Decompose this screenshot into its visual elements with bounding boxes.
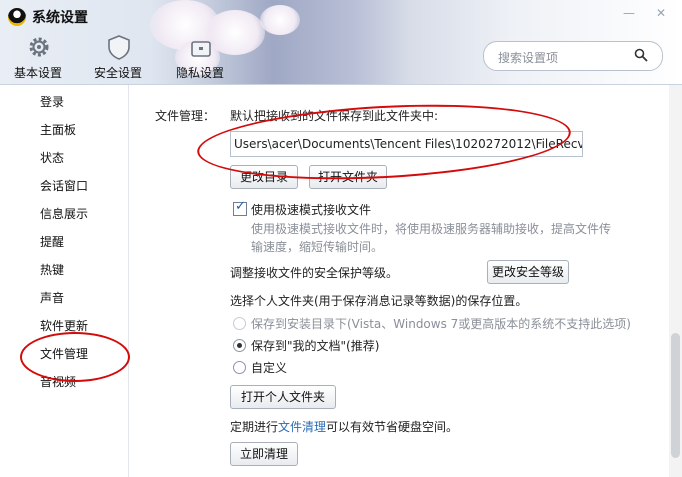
header-banner: 系统设置 — ✕ 基本设置 安全设置 隐私设置 搜索设置项 <box>0 0 682 85</box>
cleanup-text: 定期进行文件清理可以有效节省硬盘空间。 <box>230 418 458 435</box>
sidebar-item-label: 主面板 <box>40 123 77 137</box>
search-box[interactable]: 搜索设置项 <box>483 41 663 71</box>
personal-folder-label: 选择个人文件夹(用于保存消息记录等数据)的保存位置。 <box>230 294 528 308</box>
annotation-ellipse-file-management <box>20 332 130 382</box>
sidebar-item-main-panel[interactable]: 主面板 <box>0 116 128 142</box>
option-label: 保存到"我的文档"(推荐) <box>251 339 380 353</box>
security-level-label: 调整接收文件的安全保护等级。 <box>230 266 399 280</box>
section-label: 文件管理： <box>155 109 216 123</box>
close-button[interactable]: ✕ <box>650 6 672 20</box>
fast-mode-description: 输速度，缩短传输时间。 <box>251 240 384 254</box>
sidebar-item-reminders[interactable]: 提醒 <box>0 228 128 254</box>
toolbar-label: 安全设置 <box>93 66 142 80</box>
sidebar-item-label: 信息展示 <box>40 207 89 221</box>
sidebar-item-sound[interactable]: 声音 <box>0 284 128 310</box>
option-label: 自定义 <box>251 361 288 375</box>
settings-window: 系统设置 — ✕ 基本设置 安全设置 隐私设置 搜索设置项 登录 主面板 状态 … <box>0 0 682 477</box>
file-cleanup-link[interactable]: 文件清理 <box>278 420 326 434</box>
toolbar-basic-settings[interactable]: 基本设置 <box>0 30 76 82</box>
radio-my-documents[interactable] <box>233 339 246 352</box>
sidebar-item-label: 声音 <box>40 291 65 305</box>
cleanup-prefix: 定期进行 <box>230 420 279 434</box>
sidebar-item-login[interactable]: 登录 <box>0 88 128 114</box>
toolbar-security-settings[interactable]: 安全设置 <box>80 30 156 82</box>
window-title: 系统设置 <box>32 10 88 26</box>
vertical-scrollbar[interactable] <box>669 85 682 477</box>
sidebar-item-chat-window[interactable]: 会话窗口 <box>0 172 128 198</box>
search-icon[interactable] <box>634 48 648 62</box>
toolbar: 基本设置 安全设置 隐私设置 <box>0 30 238 82</box>
sidebar-item-status[interactable]: 状态 <box>0 144 128 170</box>
sidebar-nav: 登录 主面板 状态 会话窗口 信息展示 提醒 热键 声音 软件更新 文件管理 音… <box>0 85 129 477</box>
radio-install-dir[interactable] <box>233 317 246 330</box>
cleanup-suffix: 可以有效节省硬盘空间。 <box>326 420 459 434</box>
toolbar-label: 基本设置 <box>13 66 62 80</box>
sidebar-item-hotkeys[interactable]: 热键 <box>0 256 128 282</box>
cleanup-now-button[interactable]: 立即清理 <box>230 442 298 466</box>
sidebar-item-label: 状态 <box>40 151 65 165</box>
sidebar-item-info-display[interactable]: 信息展示 <box>0 200 128 226</box>
qq-logo-icon <box>8 8 26 26</box>
sidebar-item-label: 会话窗口 <box>40 179 89 193</box>
gear-icon <box>29 37 49 57</box>
toolbar-label: 隐私设置 <box>175 66 224 80</box>
option-label: 保存到安装目录下(Vista、Windows 7或更高版本的系统不支持此选项) <box>251 317 631 331</box>
fast-mode-label: 使用极速模式接收文件 <box>251 203 372 217</box>
fast-mode-description: 使用极速模式接收文件时，将使用极速服务器辅助接收，提高文件传 <box>251 222 612 236</box>
scrollbar-thumb[interactable] <box>671 333 680 458</box>
search-placeholder: 搜索设置项 <box>498 51 559 65</box>
fast-mode-checkbox[interactable]: ✓ <box>233 199 247 216</box>
toolbar-privacy-settings[interactable]: 隐私设置 <box>162 30 238 82</box>
checkmark-icon: ✓ <box>235 199 246 214</box>
sidebar-item-label: 登录 <box>40 95 65 109</box>
shield-icon <box>108 35 130 60</box>
window-controls: — ✕ <box>618 6 672 20</box>
radio-custom[interactable] <box>233 361 246 374</box>
minimize-button[interactable]: — <box>618 6 640 20</box>
change-security-level-button[interactable]: 更改安全等级 <box>487 260 569 284</box>
open-personal-folder-button[interactable]: 打开个人文件夹 <box>230 385 336 409</box>
privacy-icon <box>191 41 211 57</box>
sidebar-item-label: 提醒 <box>40 235 65 249</box>
sidebar-item-label: 热键 <box>40 263 65 277</box>
blossom-decoration <box>260 5 300 35</box>
